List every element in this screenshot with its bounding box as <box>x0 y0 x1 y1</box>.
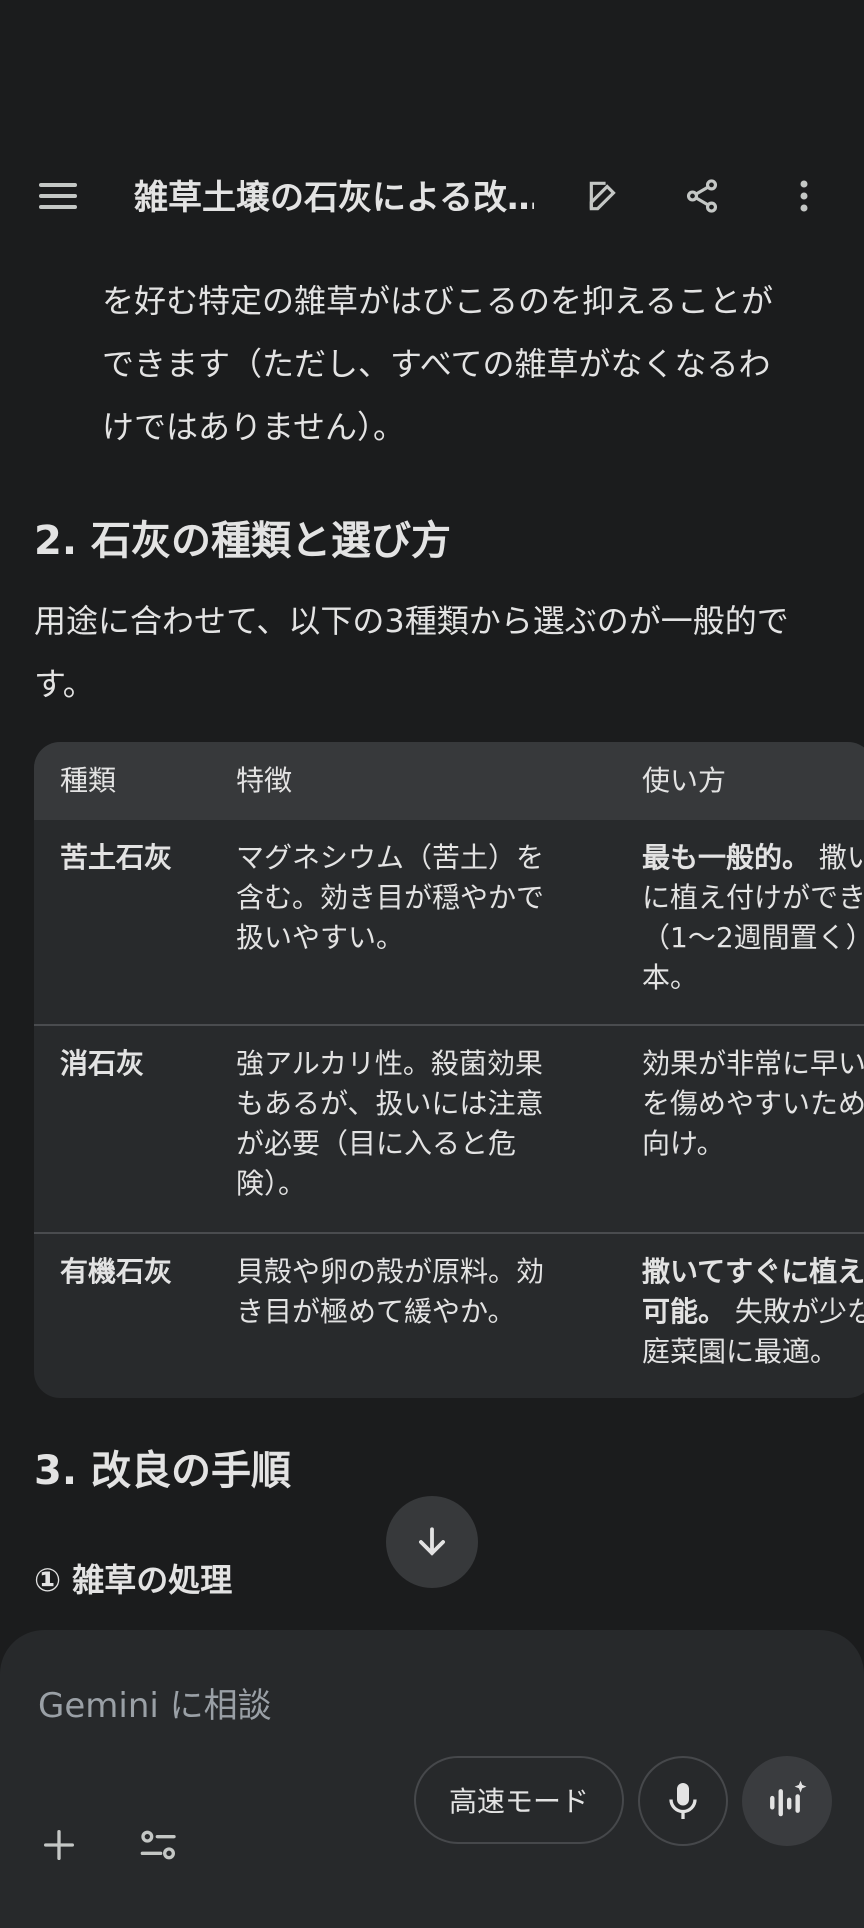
prompt-composer: Gemini に相談 高速モード <box>0 1630 864 1928</box>
text-line: を傷めやすいため <box>642 1087 864 1120</box>
section-heading: 2. 石灰の種類と選び方 <box>34 518 451 564</box>
speed-mode-button[interactable]: 高速モード <box>414 1756 624 1844</box>
text-line: 用途に合わせて、以下の3種類から選ぶのが一般的で <box>34 602 789 640</box>
mode-label: 高速モード <box>448 1785 589 1818</box>
tools-button[interactable] <box>114 1800 204 1890</box>
text-line: もあるが、扱いには注意 <box>236 1087 544 1120</box>
feature-cell: マグネシウム（苦土）を 含む。効き目が穏やかで 扱いやすい。 <box>236 838 544 958</box>
text-line: 庭菜園に最適。 <box>642 1335 839 1368</box>
text-line: 含む。効き目が穏やかで <box>236 881 545 914</box>
intro-paragraph: を好む特定の雑草がはびこるのを抑えることが できます（ただし、すべての雑草がなく… <box>102 270 822 459</box>
sub-heading: ① 雑草の処理 <box>34 1561 233 1599</box>
text-line: に植え付けができ <box>642 881 864 914</box>
plus-icon <box>44 1830 75 1860</box>
table-header-row: 種類 特徴 使い方 <box>34 742 864 820</box>
text-line: 効果が非常に早い <box>642 1047 864 1080</box>
usage-cell: 最も一般的。 撒い に植え付けができ （1〜2週間置く） 本。 <box>642 838 864 998</box>
add-attachment-button[interactable] <box>14 1800 104 1890</box>
edit-icon[interactable] <box>572 164 636 228</box>
usage-bold-text: 最も一般的。 <box>642 841 811 874</box>
usage-bold-text: 撒いてすぐに植え <box>642 1255 864 1288</box>
text-line: が必要（目に入ると危 <box>236 1127 517 1160</box>
text-line: できます（ただし、すべての雑草がなくなるわ <box>102 345 771 383</box>
text-line: 扱いやすい。 <box>236 921 405 954</box>
text-line: 強アルカリ性。殺菌効果 <box>236 1047 543 1080</box>
text-line: 撒い <box>818 841 864 874</box>
text-line: 貝殻や卵の殻が原料。効 <box>236 1255 545 1288</box>
text-line: を好む特定の雑草がはびこるのを抑えることが <box>102 282 774 320</box>
text-line: マグネシウム（苦土）を <box>236 841 545 874</box>
text-line: 向け。 <box>642 1127 725 1160</box>
share-icon[interactable] <box>670 164 734 228</box>
text-line: けではありません）。 <box>102 408 406 446</box>
table-header-cell: 使い方 <box>642 764 727 797</box>
table-header-cell: 種類 <box>60 764 117 797</box>
text-line: き目が極めて緩やか。 <box>236 1295 516 1328</box>
menu-icon[interactable] <box>27 164 91 228</box>
lime-types-table[interactable]: 種類 特徴 使い方 苦土石灰 マグネシウム（苦土）を 含む。効き目が穏やかで 扱… <box>34 742 864 1398</box>
scroll-to-bottom-button[interactable] <box>386 1496 478 1588</box>
live-button[interactable] <box>742 1756 832 1846</box>
type-cell: 苦土石灰 <box>60 841 173 874</box>
text-line: 本。 <box>642 961 699 994</box>
table-row: 苦土石灰 マグネシウム（苦土）を 含む。効き目が穏やかで 扱いやすい。 最も一般… <box>34 820 864 1010</box>
table-row: 有機石灰 貝殻や卵の殻が原料。効 き目が極めて緩やか。 撒いてすぐに植え 可能。… <box>34 1232 864 1398</box>
microphone-button[interactable] <box>638 1756 728 1846</box>
arrow-down-icon <box>419 1527 445 1556</box>
prompt-input[interactable]: Gemini に相談 <box>38 1678 272 1727</box>
section-heading: 3. 改良の手順 <box>34 1448 291 1494</box>
table-row: 消石灰 強アルカリ性。殺菌効果 もあるが、扱いには注意 が必要（目に入ると危 険… <box>34 1024 864 1232</box>
text-line: 険）。 <box>236 1167 307 1200</box>
feature-cell: 貝殻や卵の殻が原料。効 き目が極めて緩やか。 <box>236 1252 544 1332</box>
text-line: す。 <box>34 665 95 703</box>
section-paragraph: 用途に合わせて、以下の3種類から選ぶのが一般的で す。 <box>34 590 834 716</box>
table-header-cell: 特徴 <box>236 764 293 797</box>
usage-cell: 撒いてすぐに植え 可能。 失敗が少な 庭菜園に最適。 <box>642 1252 864 1372</box>
tune-icon <box>140 1830 176 1860</box>
top-app-bar: 雑草土壌の石灰による改… <box>0 150 864 242</box>
more-vert-icon[interactable] <box>772 164 836 228</box>
conversation-title[interactable]: 雑草土壌の石灰による改… <box>134 176 534 220</box>
microphone-icon <box>669 1783 697 1819</box>
usage-bold-text: 可能。 <box>642 1295 727 1328</box>
usage-cell: 効果が非常に早い を傷めやすいため 向け。 <box>642 1044 864 1164</box>
feature-cell: 強アルカリ性。殺菌効果 もあるが、扱いには注意 が必要（目に入ると危 険）。 <box>236 1044 543 1204</box>
text-line: （1〜2週間置く） <box>642 921 864 954</box>
type-cell: 有機石灰 <box>60 1255 173 1288</box>
type-cell: 消石灰 <box>60 1047 145 1080</box>
sparkle-waveform-icon <box>770 1780 807 1817</box>
text-line: 失敗が少な <box>726 1295 864 1328</box>
